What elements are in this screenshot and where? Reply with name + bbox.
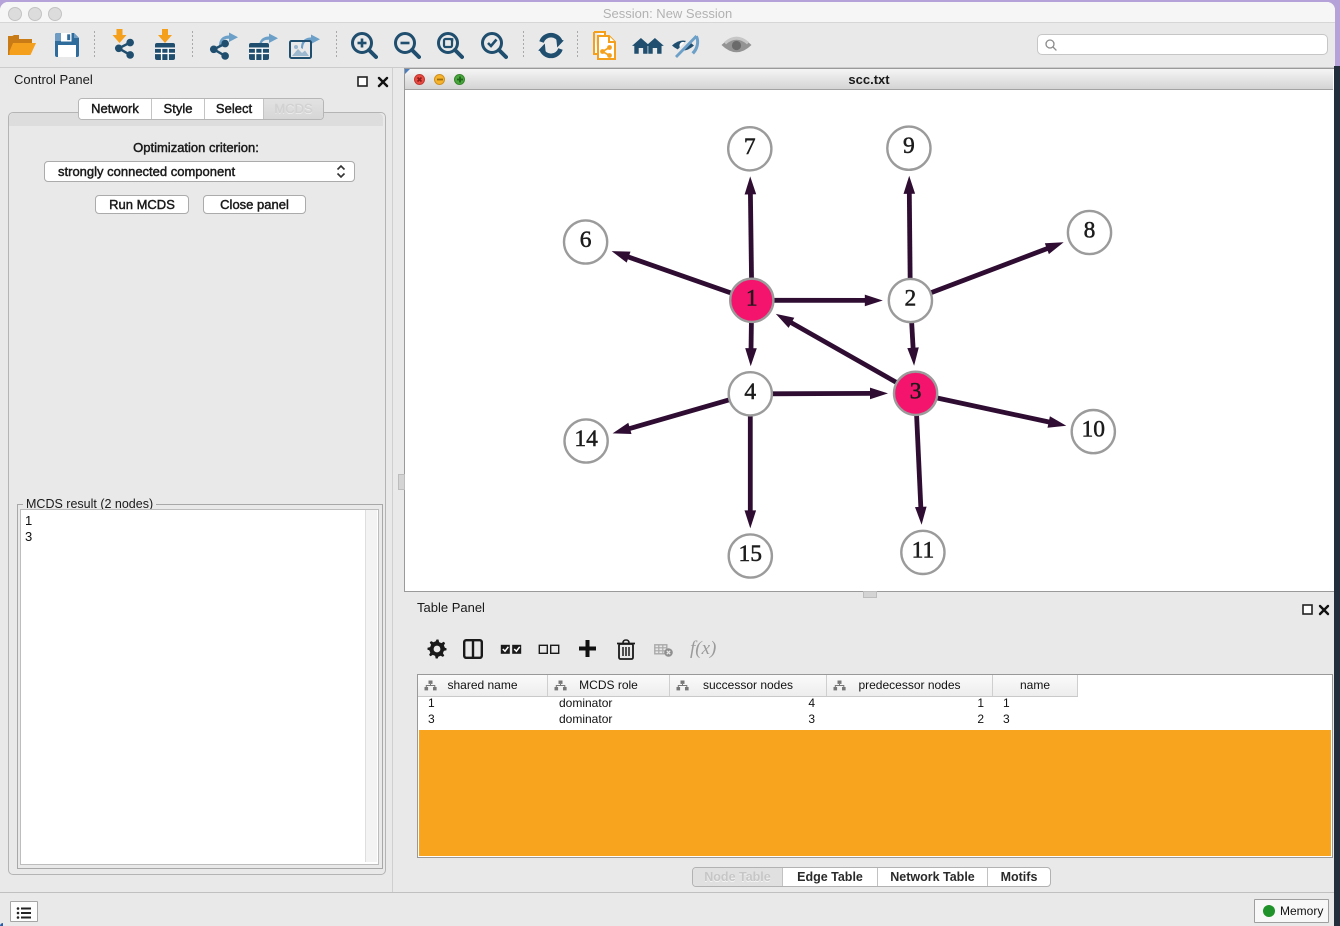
svg-text:11: 11 (912, 537, 935, 563)
svg-text:2: 2 (905, 286, 917, 312)
svg-text:15: 15 (739, 541, 763, 567)
svg-text:6: 6 (580, 227, 592, 253)
svg-text:1: 1 (746, 285, 758, 311)
svg-text:4: 4 (744, 379, 756, 405)
svg-text:14: 14 (574, 426, 598, 452)
svg-text:7: 7 (744, 134, 756, 160)
svg-text:8: 8 (1084, 218, 1096, 244)
svg-text:9: 9 (903, 133, 915, 159)
svg-text:10: 10 (1082, 417, 1106, 443)
svg-text:3: 3 (910, 378, 922, 404)
